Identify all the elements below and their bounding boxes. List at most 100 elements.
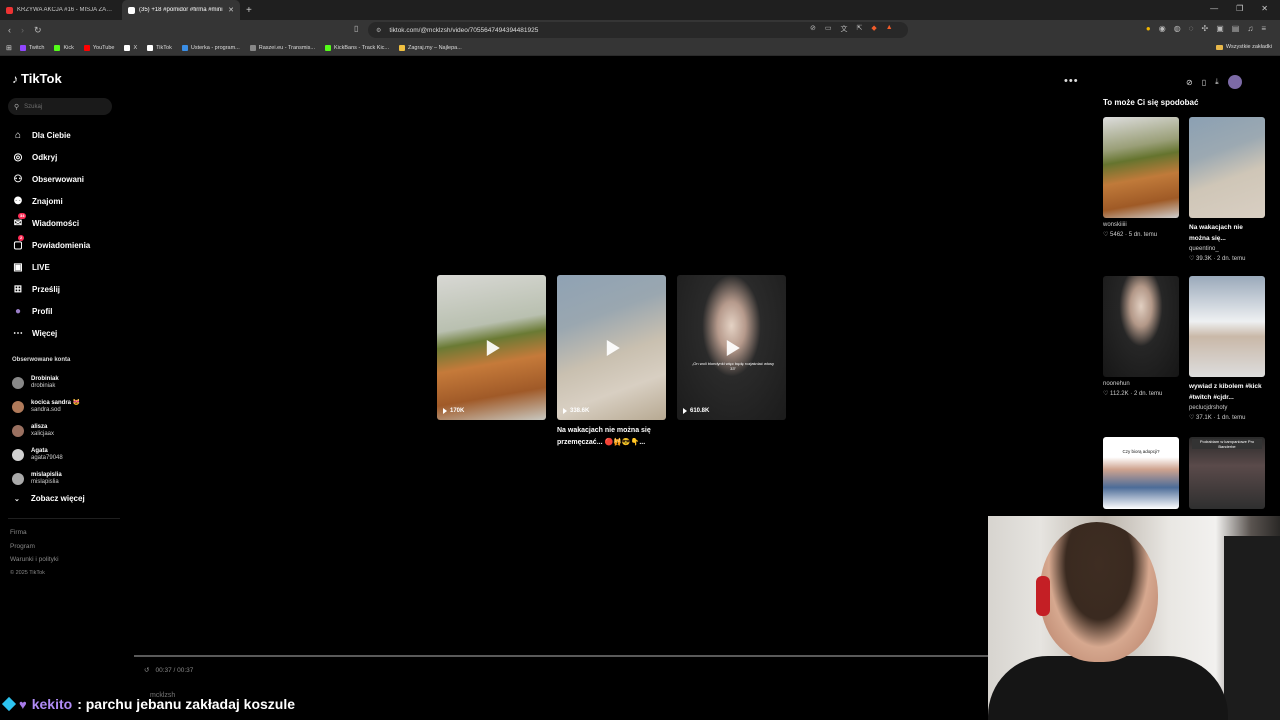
footer-link[interactable]: Warunki i polityki — [10, 553, 59, 567]
video-card[interactable]: 170K — [437, 275, 546, 449]
recommended-thumbnail[interactable]: Podrabiam w kampaniowe Pro Banderbe — [1189, 437, 1265, 509]
recommended-title: To może Ci się spodobać — [1103, 98, 1199, 107]
tiktok-logo[interactable]: ♪ TikTok — [12, 71, 62, 86]
followed-account[interactable]: mislapisl​ia mislapislia — [12, 467, 80, 491]
close-tab-icon[interactable]: ✕ — [228, 6, 234, 14]
followed-account[interactable]: Agata agata79048 — [12, 443, 80, 467]
avatar[interactable] — [1227, 75, 1242, 89]
bookmark-item[interactable]: X — [124, 44, 137, 51]
puzzle-icon[interactable]: ✣ — [1202, 24, 1209, 33]
brave-rewards-icon[interactable]: ▲ — [886, 24, 893, 34]
recommended-item[interactable]: wywiad z kibolem #kick #twitch #cjdr... … — [1189, 276, 1265, 423]
bookmark-item[interactable]: TikTok — [147, 44, 172, 51]
bookmark-page-icon[interactable]: ▯ — [354, 24, 358, 33]
forward-icon[interactable]: › — [21, 25, 24, 36]
bookmark-favicon-icon — [181, 44, 188, 51]
play-icon — [486, 339, 500, 356]
wallet-icon[interactable]: ▤ — [1232, 24, 1240, 33]
chevron-down-icon: ⌄ — [14, 495, 20, 503]
sidebar-item-friends[interactable]: ⚉ Znajomi — [12, 190, 90, 212]
recommended-item[interactable]: Na wakacjach nie można się... queentino_… — [1189, 117, 1265, 264]
bookmark-item[interactable]: Kick — [54, 44, 74, 51]
recommended-thumbnail[interactable] — [1189, 117, 1265, 218]
reload-icon[interactable]: ↻ — [34, 25, 42, 36]
close-window-icon[interactable]: ✕ — [1261, 4, 1268, 13]
device-icon[interactable]: ▯ — [1202, 78, 1206, 87]
media-icon[interactable]: ♫ — [1247, 24, 1253, 33]
sidebar-item-home[interactable]: ⌂ Dla Ciebie — [12, 124, 90, 146]
sidebar-item-notifications[interactable]: ▢ 2 Powiadomienia — [12, 234, 90, 256]
brave-shield-icon[interactable]: ◆ — [871, 24, 876, 34]
recommended-user[interactable]: queentino_ — [1189, 244, 1265, 254]
menu-icon[interactable]: ≡ — [1261, 24, 1266, 33]
footer-link[interactable]: Firma — [10, 526, 59, 540]
extension-icon[interactable]: ◉ — [1159, 24, 1166, 33]
browser-tab-2[interactable]: (35) +18 #pomidor #firma #mini ✕ — [122, 0, 240, 20]
video-thumbnail[interactable]: „On woli blondynki więc będę rozjaśniać … — [677, 275, 786, 420]
back-icon[interactable]: ‹ — [8, 25, 11, 36]
video-thumbnail[interactable]: 170K — [437, 275, 546, 420]
recommended-item[interactable]: wonskiiiii ♡ 5462 · 5 dn. temu — [1103, 117, 1179, 240]
video-card[interactable]: „On woli blondynki więc będę rozjaśniać … — [677, 275, 786, 449]
install-icon[interactable]: ▭ — [825, 24, 832, 34]
video-time: ↺ 00:37 / 00:37 — [144, 666, 193, 675]
heart-badge-icon: ♥ — [19, 696, 27, 712]
video-progress-bar[interactable] — [134, 655, 988, 657]
footer-link[interactable]: Program — [10, 540, 59, 554]
share-icon[interactable]: ⇱ — [857, 24, 863, 34]
recommended-user[interactable]: noonehun — [1103, 379, 1179, 389]
followed-account[interactable]: kocica sandra 😻 sandra.sod — [12, 395, 80, 419]
sidebar-item-messages[interactable]: ✉ 34 Wiadomości — [12, 212, 90, 234]
sidebar-icon[interactable]: ▣ — [1216, 24, 1224, 33]
video-caption[interactable]: Na wakacjach nie można się przemęczać...… — [557, 425, 666, 449]
recommended-item[interactable]: noonehun ♡ 112.2K · 2 dn. temu — [1103, 276, 1179, 399]
followed-account[interactable]: Drobiniak drobiniak — [12, 371, 80, 395]
account-handle: mislapislia — [31, 479, 59, 485]
browser-tab-1[interactable]: KRZYWA AKCJA #16 - MISJA ZAMOCZENIE — [0, 0, 122, 20]
search-input[interactable]: ⚲ Szukaj — [8, 98, 112, 115]
recommended-thumbnail[interactable] — [1103, 117, 1179, 218]
thumbnail-overlay-text: Podrabiam w kampaniowe Pro Banderbe — [1192, 439, 1262, 449]
extension-icon[interactable]: ◌ — [1189, 24, 1194, 33]
recommended-title-text[interactable]: wywiad z kibolem #kick #twitch #cjdr... — [1189, 381, 1265, 403]
all-bookmarks[interactable]: Wszystkie zakładki — [1215, 44, 1272, 50]
bookmark-item[interactable]: Twitch — [19, 44, 44, 51]
cast-icon[interactable]: ⊘ — [810, 24, 816, 34]
sidebar-item-following[interactable]: ⚇ Obserwowani — [12, 168, 90, 190]
recommended-item[interactable]: Podrabiam w kampaniowe Pro Banderbe — [1189, 437, 1265, 509]
chat-text: : parchu jebanu zakładaj koszule — [77, 696, 296, 712]
followed-account[interactable]: alisza xalicjaax — [12, 419, 80, 443]
video-thumbnail[interactable]: 338.6K — [557, 275, 666, 420]
new-tab-icon[interactable]: + — [246, 5, 252, 16]
download-icon[interactable]: ⤓ — [1215, 77, 1219, 87]
see-more-button[interactable]: ⌄ Zobacz więcej — [12, 494, 85, 503]
extension-icon[interactable]: ◍ — [1174, 24, 1181, 33]
restore-icon[interactable]: ❐ — [1236, 4, 1243, 13]
extension-icon[interactable]: ● — [1146, 24, 1151, 33]
recommended-thumbnail[interactable]: Czy biorą adopcji? — [1103, 437, 1179, 509]
site-info-icon[interactable]: ⚙ — [376, 27, 381, 34]
recommended-user[interactable]: peclucjdrshoty — [1189, 403, 1265, 413]
apps-icon[interactable]: ⊞ — [6, 44, 12, 52]
sidebar-item-more[interactable]: ⋯ Więcej — [12, 322, 90, 344]
recommended-thumbnail[interactable] — [1189, 276, 1265, 377]
explore-icon[interactable]: ⊘ — [1186, 78, 1193, 87]
sidebar-item-live[interactable]: ▣ LIVE — [12, 256, 90, 278]
sidebar-item-compass[interactable]: ◎ Odkryj — [12, 146, 90, 168]
bookmark-item[interactable]: Zagraj.my – Najlepa... — [399, 44, 462, 51]
recommended-thumbnail[interactable] — [1103, 276, 1179, 377]
bookmark-item[interactable]: YouTube — [83, 44, 114, 51]
recommended-item[interactable]: Czy biorą adopcji? — [1103, 437, 1179, 509]
sidebar-item-upload[interactable]: ⊞ Prześlij — [12, 278, 90, 300]
translate-icon[interactable]: 文 — [841, 24, 848, 34]
bookmark-item[interactable]: Usterka - program... — [181, 44, 240, 51]
replay-icon[interactable]: ↺ — [144, 666, 149, 674]
sidebar-item-profile[interactable]: ● Profil — [12, 300, 90, 322]
more-options-icon[interactable]: ••• — [1064, 75, 1079, 87]
bookmark-item[interactable]: Raszei.eu - Transmis... — [249, 44, 315, 51]
bookmark-item[interactable]: KickBans - Track Kic... — [325, 44, 389, 51]
recommended-title-text[interactable]: Na wakacjach nie można się... — [1189, 222, 1265, 244]
minimize-icon[interactable]: — — [1210, 4, 1218, 13]
video-card[interactable]: 338.6K Na wakacjach nie można się przemę… — [557, 275, 666, 449]
recommended-user[interactable]: wonskiiiii — [1103, 220, 1179, 230]
